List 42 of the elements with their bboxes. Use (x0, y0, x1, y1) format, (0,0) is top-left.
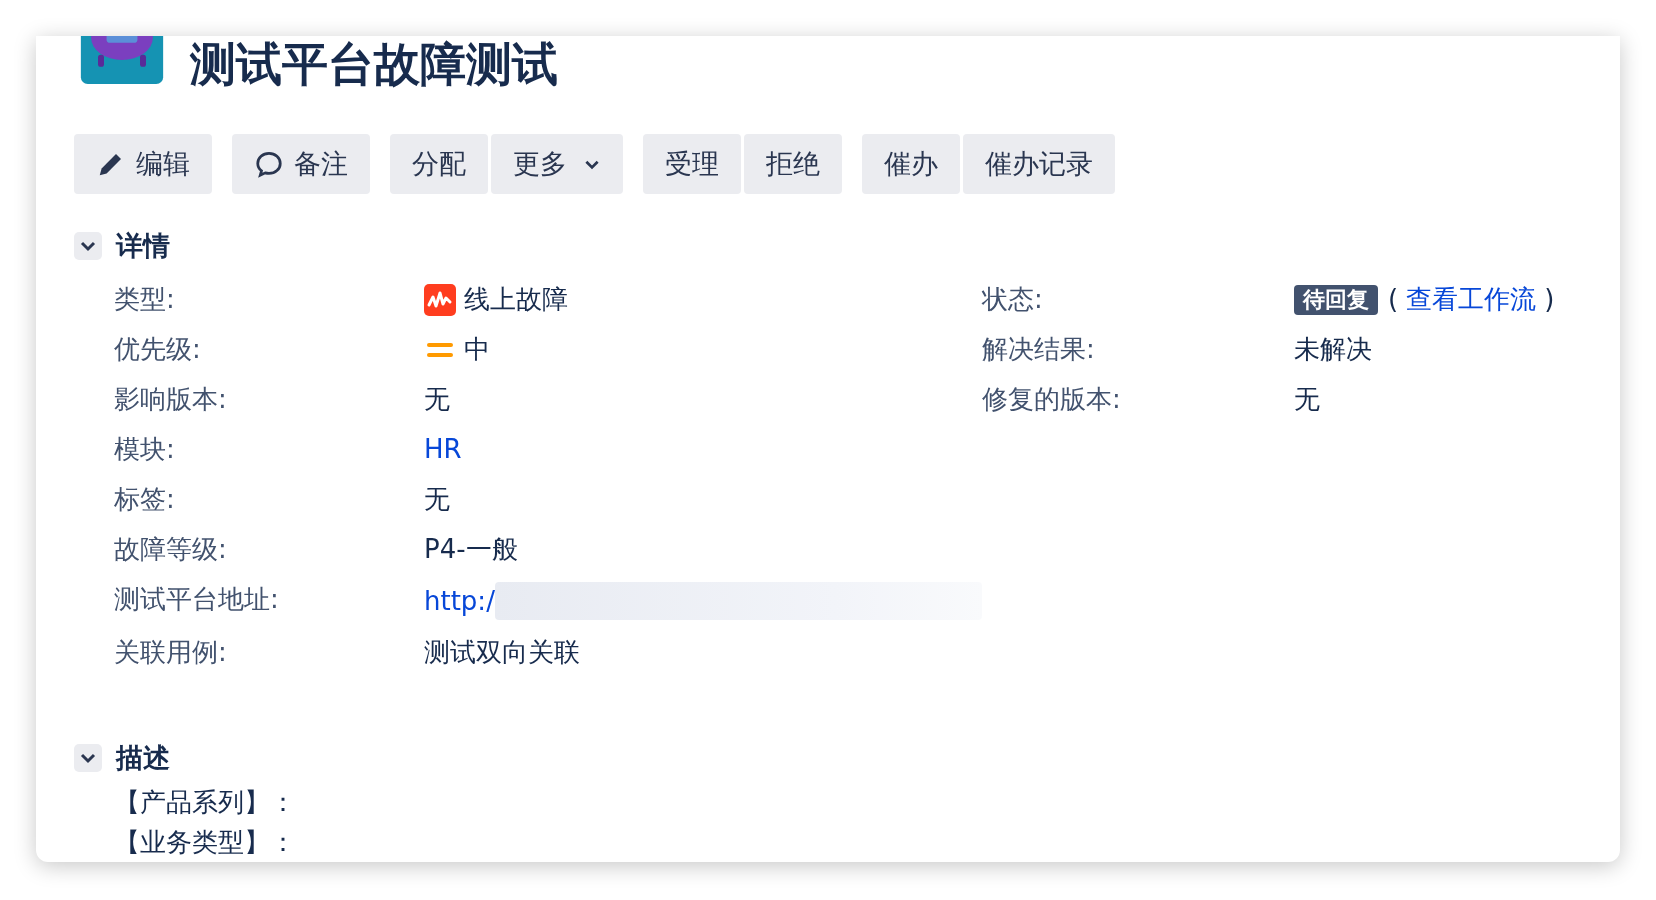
field-value: 中 (464, 333, 490, 366)
description-text: 【产品系列】： (114, 786, 296, 819)
toolbar-button[interactable]: 备注 (232, 134, 370, 194)
toolbar-button[interactable]: 催办记录 (963, 134, 1115, 194)
toolbar-button[interactable]: 拒绝 (744, 134, 842, 194)
description-text: 【业务类型】： (114, 826, 296, 859)
field-value: 测试双向关联 (424, 636, 580, 669)
parenthesis: ( (1388, 283, 1399, 316)
field-label: 关联用例: (114, 636, 228, 669)
toolbar-button[interactable]: 催办 (862, 134, 960, 194)
toolbar-button[interactable]: 编辑 (74, 134, 212, 194)
field-label: 状态: (982, 283, 1044, 316)
field-value: 无 (424, 383, 450, 416)
comment-icon (254, 149, 284, 179)
issue-type-icon (424, 283, 456, 316)
field-label: 故障等级: (114, 533, 228, 566)
field-label: 类型: (114, 283, 176, 316)
field-label: 标签: (114, 483, 176, 516)
url-link[interactable]: http:/ (424, 583, 495, 619)
workflow-link[interactable]: 查看工作流 (1406, 282, 1537, 317)
field-label: 修复的版本: (982, 383, 1122, 416)
issue-title: 测试平台故障测试 (190, 36, 558, 92)
field-label: 解决结果: (982, 333, 1096, 366)
toolbar-button[interactable]: 分配 (390, 134, 488, 194)
field-label: 优先级: (114, 333, 202, 366)
field-label: 影响版本: (114, 383, 228, 416)
field-value: 无 (1294, 383, 1320, 416)
field-link[interactable]: HR (424, 432, 462, 467)
section-title: 详情 (116, 229, 170, 263)
field-label: 模块: (114, 433, 176, 466)
toolbar-button[interactable]: 更多 (491, 134, 623, 194)
field-label: 测试平台地址: (114, 583, 280, 616)
parenthesis: ) (1544, 283, 1555, 316)
status-badge: 待回复 (1294, 284, 1378, 315)
field-value: P4-一般 (424, 533, 518, 566)
chevron-down-icon[interactable] (74, 232, 102, 260)
field-value: 线上故障 (464, 283, 568, 316)
field-value: 未解决 (1294, 333, 1372, 366)
chevron-down-icon[interactable] (74, 744, 102, 772)
section-title: 描述 (116, 741, 170, 775)
toolbar-button[interactable]: 受理 (643, 134, 741, 194)
field-value: 无 (424, 483, 450, 516)
